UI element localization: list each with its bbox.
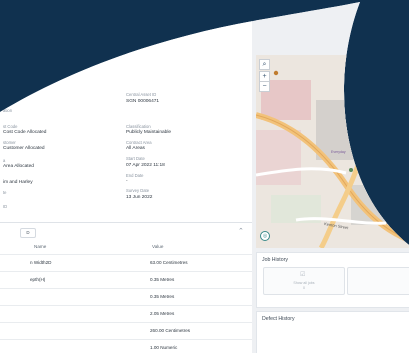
- field-value-customer: Customer Allocated: [3, 146, 45, 151]
- defect-history-title: Defect History: [262, 316, 295, 322]
- table-row[interactable]: 260.00 Centimetres: [0, 322, 252, 340]
- asset-map[interactable]: Kenton Street Everyday ⌕ + − ◎: [256, 55, 409, 248]
- checkmark-icon: ☑: [300, 272, 306, 278]
- stage: ation st Code Cost Code Allocated stomer…: [0, 0, 409, 353]
- attribute-value: 1.00 Numeric: [150, 345, 178, 350]
- job-history-card: Job History ☑ Show all jobs 0: [256, 252, 409, 308]
- right-panel: Kenton Street Everyday ⌕ + − ◎ Job Histo…: [256, 0, 409, 353]
- building-block: [316, 100, 376, 160]
- poi-icon: [274, 71, 278, 75]
- attributes-filter-toggle[interactable]: D: [20, 228, 36, 238]
- defect-history-card: Defect History: [256, 311, 409, 353]
- attribute-value: 0.35 Metres: [150, 277, 175, 282]
- asset-marker-icon[interactable]: [385, 148, 393, 156]
- field-label-cost-code: st Code: [3, 124, 18, 129]
- field-value-survey-date: 13 Jun 2022: [126, 195, 153, 200]
- attribute-value: 2.05 Metres: [150, 311, 175, 316]
- map-canvas: Kenton Street Everyday: [256, 55, 409, 248]
- search-icon[interactable]: ⌕: [259, 59, 270, 70]
- poi-label: Everyday: [331, 150, 346, 154]
- attribute-value: 0.35 Metres: [150, 294, 175, 299]
- table-row[interactable]: 0.35 Metres: [0, 288, 252, 306]
- app-screen: ation st Code Cost Code Allocated stomer…: [0, 0, 409, 353]
- table-row[interactable]: n Width2D 63.00 Centimetres: [0, 254, 252, 272]
- field-label-central-asset-id: Central Asset ID: [126, 92, 157, 97]
- attribute-value: 63.00 Centimetres: [150, 260, 188, 265]
- field-value-contract-area: All Areas: [126, 146, 145, 151]
- table-row[interactable]: epth(H) 0.35 Metres: [0, 271, 252, 289]
- poi-icon: [349, 168, 353, 172]
- asset-details-panel: ation st Code Cost Code Allocated stomer…: [0, 0, 252, 353]
- table-row[interactable]: 1.00 Numeric: [0, 339, 252, 353]
- locate-icon[interactable]: ◎: [260, 231, 270, 241]
- field-label-survey-date: Survey Date: [126, 188, 150, 193]
- field-label-start-date: Start Date: [126, 156, 145, 161]
- job-history-empty-text: Show all jobs: [293, 281, 315, 285]
- zoom-out-button[interactable]: −: [259, 81, 270, 92]
- field-label-location: ation: [3, 108, 13, 113]
- field-value-owner: im and Harley: [3, 180, 33, 185]
- field-label-classification: Classification: [126, 124, 151, 129]
- attribute-name: epth(H): [30, 277, 46, 282]
- field-label-area: a: [3, 158, 6, 163]
- poi-icon: [358, 97, 362, 101]
- field-label-contract-area: Contract Area: [126, 140, 152, 145]
- attribute-value: 260.00 Centimetres: [150, 328, 191, 333]
- building-block: [256, 130, 301, 185]
- column-header-value[interactable]: Value: [152, 244, 163, 249]
- field-value-central-asset-id: SGN 00006471: [126, 99, 160, 104]
- field-value-classification: Publicly Maintainable: [126, 130, 172, 135]
- field-label-te: te: [3, 190, 7, 195]
- field-value-start-date: 07 Apr 2022 11:18: [126, 163, 165, 168]
- attribute-name: n Width2D: [30, 260, 52, 265]
- attributes-table: D ⌃ Name Value n Width2D 63.00 Centimetr…: [0, 222, 252, 353]
- field-label-end-date: End Date: [126, 173, 144, 178]
- field-label-id: ID: [3, 204, 8, 209]
- field-value-cost-code: Cost Code Allocated: [3, 130, 47, 135]
- column-header-name[interactable]: Name: [34, 244, 46, 249]
- job-history-secondary-box: [347, 267, 409, 295]
- job-history-empty[interactable]: ☑ Show all jobs 0: [263, 267, 345, 295]
- chevron-up-icon[interactable]: ⌃: [238, 227, 244, 235]
- field-label-customer: stomer: [3, 140, 16, 145]
- field-value-end-date: -: [126, 179, 128, 184]
- table-row[interactable]: 2.05 Metres: [0, 305, 252, 323]
- job-history-title: Job History: [262, 257, 288, 263]
- poi-icon: [366, 111, 370, 115]
- job-history-empty-count: 0: [303, 286, 305, 290]
- field-value-area: Area Allocated: [3, 164, 34, 169]
